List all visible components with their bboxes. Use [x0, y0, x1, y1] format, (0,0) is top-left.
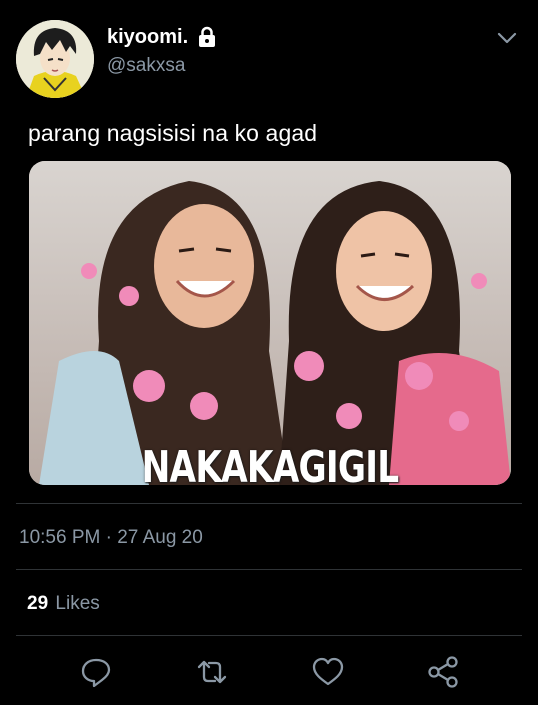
author-handle[interactable]: @sakxsa: [107, 55, 185, 77]
media-caption: NAKAKAGIGIL: [141, 442, 400, 485]
chevron-down-icon[interactable]: [495, 27, 519, 49]
author-display-name[interactable]: kiyoomi.: [107, 26, 188, 49]
likes-label: Likes: [55, 593, 100, 614]
reply-icon: [81, 658, 111, 688]
retweet-button[interactable]: [195, 655, 229, 689]
author-name-row[interactable]: kiyoomi.: [107, 26, 218, 49]
tweet-timestamp[interactable]: 10:56 PM · 27 Aug 20: [19, 527, 203, 549]
divider: [16, 635, 522, 636]
divider: [16, 503, 522, 504]
retweet-icon: [197, 660, 227, 684]
likes-count: 29: [27, 593, 49, 614]
tweet-media-image[interactable]: NAKAKAGIGIL: [29, 161, 511, 485]
likes-stat[interactable]: 29 Likes: [27, 593, 100, 615]
divider: [16, 569, 522, 570]
like-button[interactable]: [311, 655, 345, 689]
like-icon: [312, 657, 344, 686]
reply-button[interactable]: [79, 655, 113, 689]
tweet-text: parang nagsisisi na ko agad: [28, 120, 318, 146]
lock-icon: [196, 26, 218, 48]
avatar[interactable]: [16, 20, 94, 98]
anime-character-avatar-icon: [16, 20, 94, 98]
share-icon: [428, 656, 458, 688]
share-button[interactable]: [426, 655, 460, 689]
